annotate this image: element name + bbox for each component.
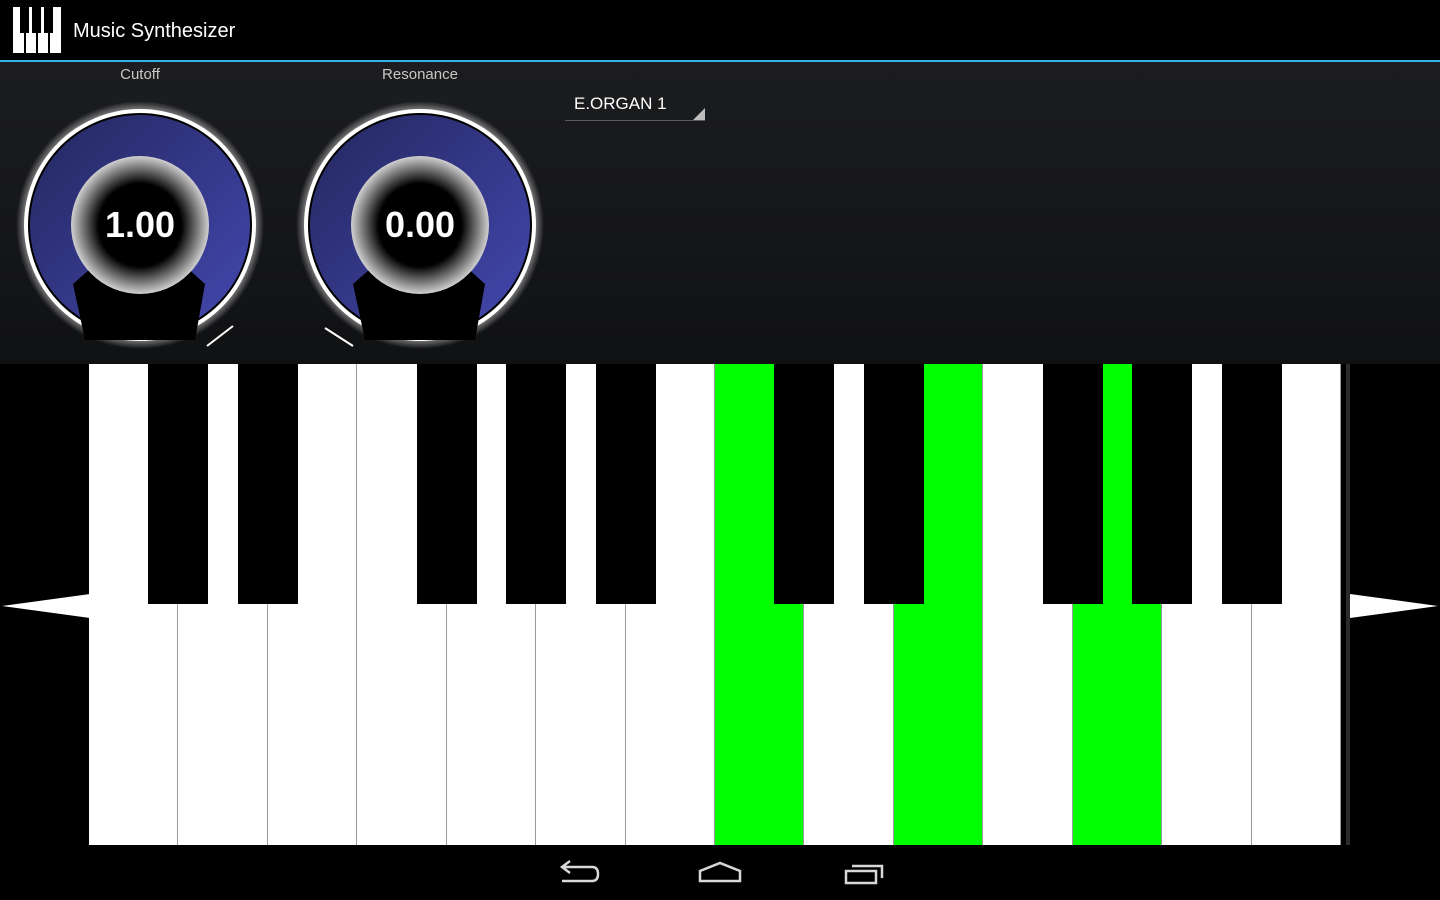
resonance-label: Resonance	[382, 66, 458, 83]
cutoff-label: Cutoff	[120, 66, 160, 83]
navigation-bar	[0, 845, 1440, 900]
black-key[interactable]	[774, 364, 835, 604]
resonance-value: 0.00	[384, 204, 456, 245]
keyboard-area	[0, 364, 1440, 845]
app-title: Music Synthesizer	[73, 20, 236, 42]
cutoff-value: 1.00	[104, 204, 176, 245]
black-key[interactable]	[148, 364, 209, 604]
black-key[interactable]	[595, 364, 656, 604]
cutoff-knob[interactable]: 1.00	[15, 101, 265, 362]
instrument-select[interactable]: E.ORGAN 1	[565, 92, 705, 121]
piano-keys-icon	[13, 7, 61, 53]
black-key[interactable]	[1132, 364, 1193, 604]
triangle-right-icon[interactable]	[1350, 594, 1438, 618]
resonance-knob[interactable]: 0.00	[295, 101, 545, 362]
instrument-select-value: E.ORGAN 1	[574, 94, 667, 113]
black-key[interactable]	[416, 364, 477, 604]
black-key[interactable]	[1221, 364, 1282, 604]
back-icon[interactable]	[548, 857, 604, 889]
black-key[interactable]	[237, 364, 298, 604]
dropdown-corner-icon	[693, 108, 705, 120]
black-key[interactable]	[1042, 364, 1103, 604]
home-icon[interactable]	[692, 857, 748, 889]
action-bar: Music Synthesizer	[0, 0, 1440, 62]
black-key[interactable]	[506, 364, 567, 604]
controls-panel: Cutoff Resonance 1.00 0.00 E.ORGAN 1	[0, 62, 1440, 364]
triangle-left-icon[interactable]	[2, 594, 90, 618]
black-key[interactable]	[863, 364, 924, 604]
recents-icon[interactable]	[838, 857, 894, 889]
piano-keyboard[interactable]	[89, 364, 1341, 845]
